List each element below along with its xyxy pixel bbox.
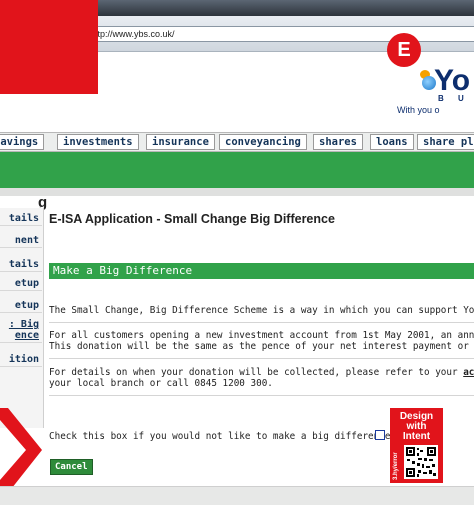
- sidebar-item-confirmation[interactable]: ition: [0, 353, 42, 367]
- tab-shares[interactable]: shares: [313, 134, 363, 150]
- collection-info-text: For details on when your donation will b…: [49, 367, 464, 378]
- badge-line-1: Design: [399, 411, 434, 422]
- tab-investments[interactable]: investments: [57, 134, 139, 150]
- badge-line-3: Intent: [402, 431, 431, 442]
- tab-loans[interactable]: loans: [370, 134, 414, 150]
- collection-info-line-2: your local branch or call 0845 1200 300.: [49, 378, 273, 389]
- donation-info-line-2: This donation will be the same as the pe…: [49, 341, 474, 352]
- sidebar-item-setup-2[interactable]: etup: [0, 299, 42, 313]
- red-overlay-block: [0, 0, 98, 94]
- logo-tagline: With you o: [397, 105, 440, 115]
- sidebar-item-investment[interactable]: nent: [0, 234, 42, 248]
- design-with-intent-badge: Design with Intent 3.hy/error: [390, 408, 443, 483]
- sidebar-item-details-2[interactable]: tails: [0, 258, 42, 272]
- opt-out-checkbox[interactable]: [375, 430, 385, 440]
- badge-vertical-text: 3.hy/error: [393, 452, 399, 480]
- divider-2: [49, 358, 474, 359]
- sidebar-item-details[interactable]: tails: [0, 212, 42, 226]
- qr-code-icon: [404, 445, 438, 479]
- red-chevron-icon: [0, 408, 42, 493]
- divider-1: [49, 322, 474, 323]
- sidebar-item-setup[interactable]: etup: [0, 277, 42, 291]
- sidebar: tails nent tails etup etup : Big ence it…: [0, 208, 44, 428]
- footer-band: [0, 486, 474, 505]
- cancel-button[interactable]: Cancel: [50, 459, 93, 475]
- section-header: Make a Big Difference: [49, 263, 474, 279]
- sidebar-item-big-difference-2[interactable]: ence: [0, 329, 42, 343]
- scheme-description: The Small Change, Big Difference Scheme …: [49, 305, 474, 316]
- collection-info-line-1: For details on when your donation will b…: [49, 367, 474, 378]
- tab-share-plans[interactable]: share pl: [417, 134, 474, 150]
- sidebar-heading: g: [38, 194, 48, 211]
- divider-3: [49, 395, 474, 396]
- page-title: E-ISA Application - Small Change Big Dif…: [49, 212, 335, 226]
- tab-savings[interactable]: savings: [0, 134, 45, 150]
- tab-insurance[interactable]: insurance: [146, 134, 215, 150]
- logo-subtext: B U: [438, 94, 470, 103]
- tab-conveyancing[interactable]: conveyancing: [219, 134, 307, 150]
- opt-out-label: Check this box if you would not like to …: [49, 431, 391, 442]
- titlebar-gradient: [95, 0, 474, 16]
- screenshot-root: http://www.ybs.co.uk/ E Yo B U With you …: [0, 0, 474, 505]
- account-link[interactable]: account: [463, 367, 474, 378]
- qr-code-graphic: [406, 447, 436, 477]
- ybs-logo[interactable]: Yo B U With you o: [392, 66, 474, 120]
- donation-info-line-1: For all customers opening a new investme…: [49, 330, 474, 341]
- e-badge-icon: E: [387, 33, 421, 67]
- green-banner: [0, 152, 474, 188]
